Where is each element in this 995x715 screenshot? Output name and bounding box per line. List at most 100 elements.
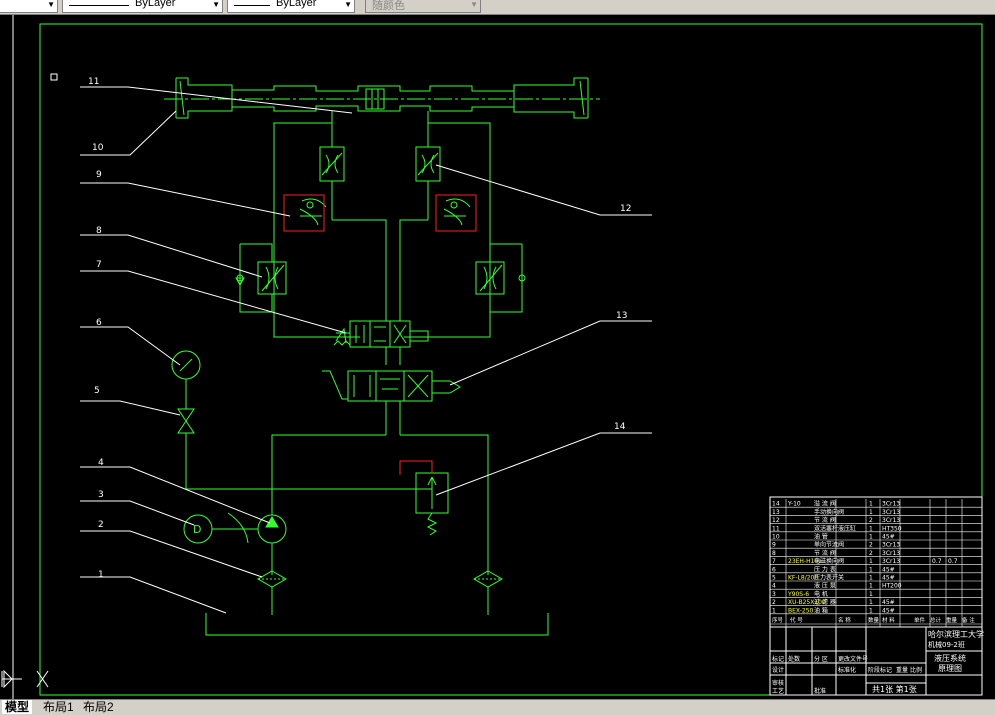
callout-10: 10 [92,143,104,153]
bom-cell: 0.7 [948,558,958,565]
solenoid-directional-valve [333,320,429,348]
bom-cell: 压力表开关 [814,574,844,582]
bom-cell: 3Cr13 [882,542,900,549]
callout-1: 1 [98,570,104,580]
bom-cell: 电 机 [814,590,828,598]
callout-6: 6 [96,318,102,328]
callout-labels: 1 2 3 4 5 6 7 8 9 10 11 12 13 14 [88,77,631,580]
callout-2: 2 [98,520,104,530]
bom-cell: 2 [772,599,776,606]
chevron-down-icon: ▼ [470,0,478,9]
bom-cell: 双活塞杆液压缸 [814,524,856,532]
bom-cell: 1 [869,607,873,614]
bom-cell: 7 [772,558,776,565]
bom-header-cell: 代 号 [790,616,803,624]
bom-header-cell: 备 注 [962,616,975,624]
bom-cell: 3Cr13 [882,550,900,557]
red-highlight-box [435,194,477,232]
bom-cell: 11 [772,525,780,532]
bom-cell: 8 [772,550,776,557]
layout-tab-bar: 模型 布局1 布局2 [0,699,995,715]
bom-cell: 液 压 泵 [814,582,836,590]
bom-cell: 1 [869,534,873,541]
plotstyle-dropdown: 随颜色 ▼ [365,0,481,13]
bom-cell: 45# [882,575,895,582]
bom-cell: 1 [869,509,873,516]
tab-layout1[interactable]: 布局1 [40,700,77,714]
callout-8: 8 [96,226,102,236]
bom-cell: 10 [772,534,780,541]
bom-cell: 12 [772,517,780,524]
point-marker [50,73,58,81]
bom-cell: HT200 [882,583,902,590]
bom-cell: 45# [882,607,895,614]
bom-cell: 3 [772,591,776,598]
bom-cell: 1 [869,583,873,590]
bom-header-cell: 重量 [946,616,958,624]
bom-cell: Y-10 [787,501,801,508]
bom-cell: 1 [869,558,873,565]
bom-cell: HT350 [882,525,902,532]
bom-cell: 4 [772,583,776,590]
university-name: 哈尔滨理工大学 [928,629,984,639]
bom-cell: Y90S-6 [787,591,809,598]
callout-9: 9 [96,170,102,180]
bom-cell: 节 流 阀 [814,549,836,557]
callout-14: 14 [614,422,626,432]
color-control-dropdown[interactable]: ▼ [0,0,58,13]
bom-header-cell: 数量 [868,616,880,624]
check-throttle-valve-left [299,195,333,226]
bom-cell: 节 流 阀 [814,516,836,524]
bom-cell: 3Cr13 [882,517,900,524]
standardize-label: 标准化 [838,666,856,674]
bom-cell: 油 箱 [814,606,828,614]
tab-layout2[interactable]: 布局2 [80,700,117,714]
hydraulic-schematic: D [164,77,600,636]
bom-cell: 1 [869,591,873,598]
callout-4: 4 [98,458,104,468]
ucs-icon [1,669,49,689]
properties-toolbar: ▼ ByLayer ▼ ByLayer ▼ 随颜色 ▼ [0,0,995,15]
bom-cell: 1 [869,525,873,532]
title-block: 14 Y-10 溢 流 阀 1 3Cr1313 手动换向阀 1 3Cr1312 节 流 阀 2 3C… [769,496,984,696]
bom-cell: 6 [772,566,776,573]
callout-5: 5 [94,386,100,396]
linetype-dropdown[interactable]: ByLayer ▼ [62,0,223,13]
linetype-value: ByLayer [135,0,176,9]
callout-12: 12 [620,204,631,214]
bom-cell: 2 [869,517,873,524]
sheet-count: 共1张 第1张 [872,684,917,694]
oil-tank [205,613,549,636]
bom-cell: 2 [869,542,873,549]
bom-cell: 9 [772,542,776,549]
drawing-title-2: 原理图 [938,664,962,673]
bom-cell: 过 滤 器 [814,598,836,606]
mark-label: 标记 [772,655,784,663]
plotstyle-value: 随颜色 [372,0,405,12]
bom-header-cell: 名 称 [838,616,851,624]
bom-cell: 1 [869,566,873,573]
craft-label: 工艺 [772,687,784,695]
callout-11: 11 [88,77,99,87]
bom-cell: 3Cr13 [882,501,900,508]
callout-3: 3 [98,490,104,500]
drawing-canvas[interactable]: D 1 2 3 4 5 6 7 8 9 10 11 12 13 14 14 Y-… [0,15,995,699]
bom-cell: 14 [772,501,780,508]
tab-model[interactable]: 模型 [2,700,33,714]
lineweight-value: ByLayer [276,0,317,9]
designer-label: 设计 [772,666,784,674]
linetype-preview [69,5,129,6]
bom-header-cell: 材 料 [882,616,895,624]
scale-label: 比例 [910,666,922,674]
bom-cell: 13 [772,509,780,516]
chevron-down-icon: ▼ [47,0,55,9]
lineweight-dropdown[interactable]: ByLayer ▼ [227,0,355,13]
bom-header-cell: 总计 [930,616,942,624]
bom-cell: 压 力 表 [814,565,836,573]
bom-cell: 溢 流 阀 [814,500,836,508]
count-label: 处数 [788,655,800,663]
check-label: 审核 [772,679,784,687]
bom-cell: 3Cr13 [882,509,900,516]
bom-cell: 1 [772,607,776,614]
bom-header-cell: 序号 [772,616,784,624]
